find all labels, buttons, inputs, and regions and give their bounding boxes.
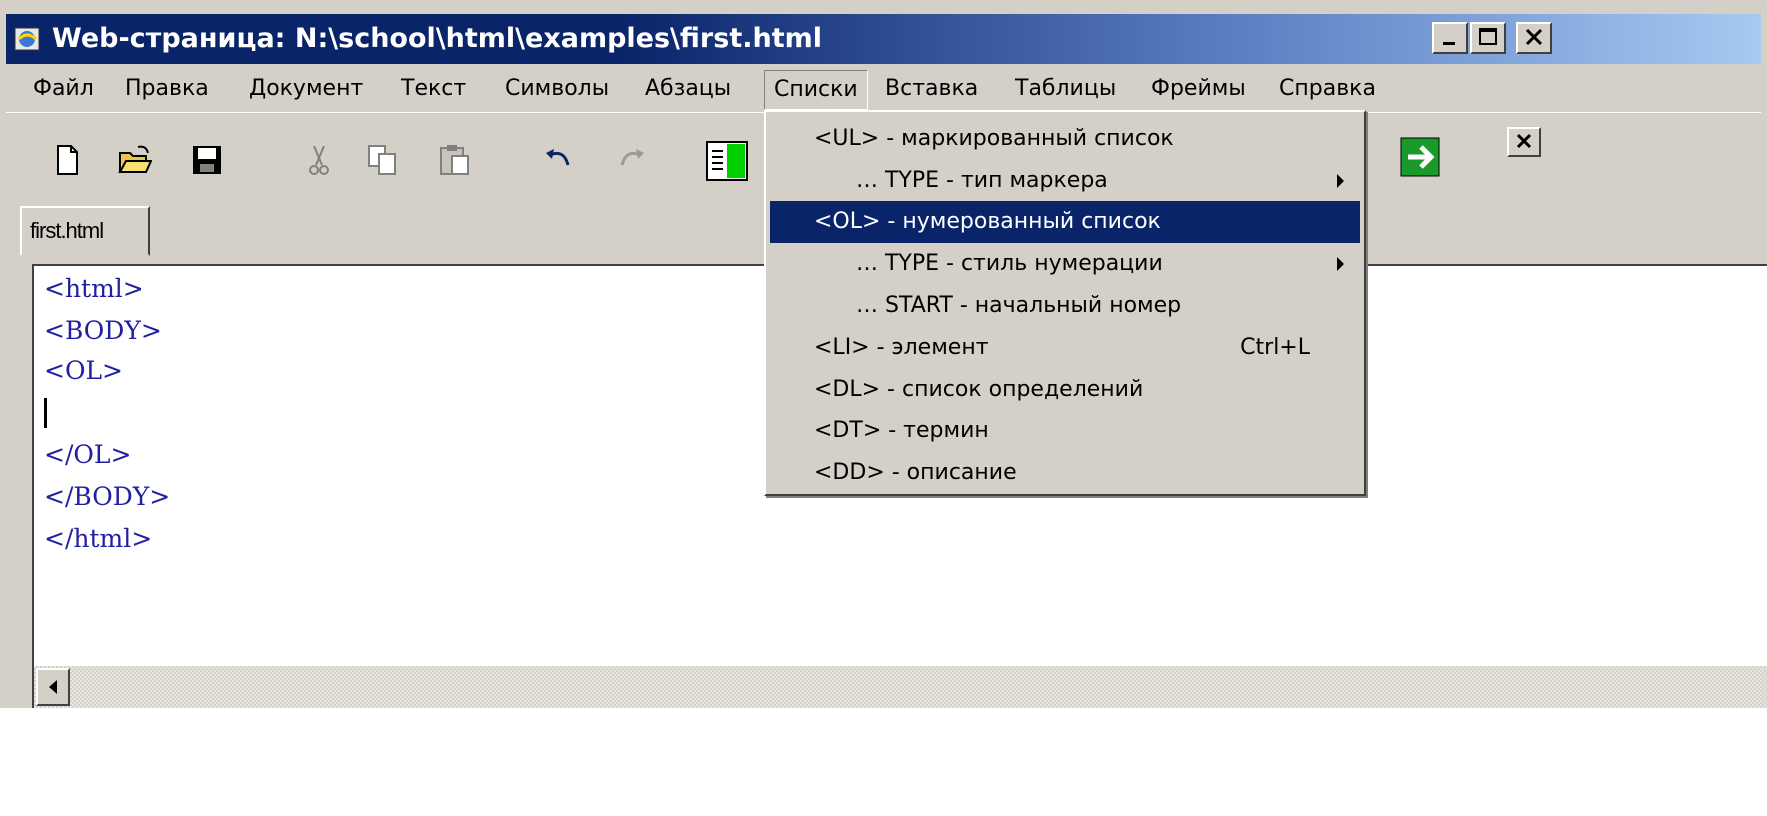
menu-tables[interactable]: Таблицы	[1006, 70, 1125, 108]
menu-symbols[interactable]: Символы	[496, 70, 618, 108]
tab-label: first.html	[30, 218, 104, 243]
maximize-icon	[1479, 28, 1497, 45]
menu-item-label: <DT> - термин	[814, 418, 989, 443]
tab-first-html[interactable]: first.html	[20, 206, 150, 256]
code-line: <OL>	[44, 356, 123, 385]
menu-file[interactable]: Файл	[24, 70, 103, 108]
menu-item-ul[interactable]: <UL> - маркированный список	[770, 118, 1360, 160]
open-folder-icon[interactable]	[118, 143, 152, 177]
submenu-arrow-icon	[1337, 174, 1344, 188]
menu-item-dl[interactable]: <DL> - список определений	[770, 369, 1360, 411]
view-mode-icon[interactable]	[706, 141, 748, 181]
undo-icon[interactable]	[542, 143, 576, 177]
menu-item-dd[interactable]: <DD> - описание	[770, 452, 1360, 494]
code-line: <BODY>	[44, 316, 162, 345]
menu-item-ol[interactable]: <OL> - нумерованный список	[770, 201, 1360, 243]
app-icon	[14, 27, 40, 51]
menu-item-label: <DL> - список определений	[814, 377, 1144, 402]
menu-symbols-label: Символы	[505, 76, 610, 101]
menu-file-label: Файл	[33, 76, 94, 101]
save-icon[interactable]	[190, 143, 224, 177]
menu-text[interactable]: Текст	[392, 70, 475, 108]
menu-item-label: … TYPE - тип маркера	[856, 168, 1108, 193]
close-icon	[1525, 28, 1543, 46]
code-line: </BODY>	[44, 482, 171, 511]
menu-text-label: Текст	[401, 76, 467, 101]
menu-paragraphs[interactable]: Абзацы	[636, 70, 740, 108]
window-title: Web-страница: N:\school\html\examples\fi…	[52, 23, 823, 54]
menu-item-label: … START - начальный номер	[856, 293, 1182, 318]
menu-edit-label: Правка	[125, 76, 209, 101]
minimize-button[interactable]	[1432, 22, 1468, 54]
close-panel-button[interactable]	[1507, 127, 1541, 157]
horizontal-scrollbar[interactable]	[32, 666, 1767, 708]
maximize-button[interactable]	[1470, 22, 1506, 54]
menu-help[interactable]: Справка	[1270, 70, 1385, 108]
close-window-button[interactable]	[1516, 22, 1552, 54]
title-bar[interactable]: Web-страница: N:\school\html\examples\fi…	[6, 14, 1761, 64]
text-caret	[44, 398, 47, 428]
app-window: Web-страница: N:\school\html\examples\fi…	[0, 0, 1767, 816]
menu-insert[interactable]: Вставка	[876, 70, 987, 108]
close-icon	[1516, 133, 1532, 149]
code-line: </html>	[44, 524, 153, 553]
menu-edit[interactable]: Правка	[116, 70, 218, 108]
menu-tables-label: Таблицы	[1015, 76, 1117, 101]
menu-help-label: Справка	[1279, 76, 1376, 101]
menu-paragraphs-label: Абзацы	[645, 76, 732, 101]
menu-lists[interactable]: Списки	[764, 70, 868, 110]
lists-dropdown-menu: <UL> - маркированный список … TYPE - тип…	[764, 110, 1366, 496]
menu-item-dt[interactable]: <DT> - термин	[770, 410, 1360, 452]
menu-insert-label: Вставка	[885, 76, 979, 101]
menu-document-label: Документ	[249, 76, 364, 101]
menu-frames-label: Фреймы	[1151, 76, 1246, 101]
menu-item-shortcut: Ctrl+L	[1240, 335, 1310, 360]
menu-item-ul-type[interactable]: … TYPE - тип маркера	[770, 160, 1360, 202]
menu-item-label: <DD> - описание	[814, 460, 1017, 485]
menu-lists-label: Списки	[774, 77, 858, 102]
paste-icon[interactable]	[438, 143, 472, 177]
copy-icon[interactable]	[366, 143, 400, 177]
menu-item-label: <LI> - элемент	[814, 335, 989, 360]
redo-icon[interactable]	[614, 143, 648, 177]
scroll-left-button[interactable]	[36, 668, 70, 706]
menu-item-label: <OL> - нумерованный список	[814, 209, 1161, 234]
new-file-icon[interactable]	[50, 143, 84, 177]
menu-document[interactable]: Документ	[240, 70, 372, 108]
cut-icon[interactable]	[302, 143, 336, 177]
code-line: </OL>	[44, 440, 132, 469]
menu-item-label: … TYPE - стиль нумерации	[856, 251, 1163, 276]
menu-item-ol-type[interactable]: … TYPE - стиль нумерации	[770, 243, 1360, 285]
arrow-left-icon	[49, 680, 57, 694]
submenu-arrow-icon	[1337, 257, 1344, 271]
background-strip	[0, 708, 1767, 816]
menu-frames[interactable]: Фреймы	[1142, 70, 1255, 108]
go-arrow-icon[interactable]	[1400, 137, 1440, 177]
code-line: <html>	[44, 274, 144, 303]
minimize-icon	[1443, 42, 1455, 45]
menu-item-label: <UL> - маркированный список	[814, 126, 1174, 151]
menu-item-ol-start[interactable]: … START - начальный номер	[770, 285, 1360, 327]
menu-item-li[interactable]: <LI> - элемент Ctrl+L	[770, 327, 1360, 369]
